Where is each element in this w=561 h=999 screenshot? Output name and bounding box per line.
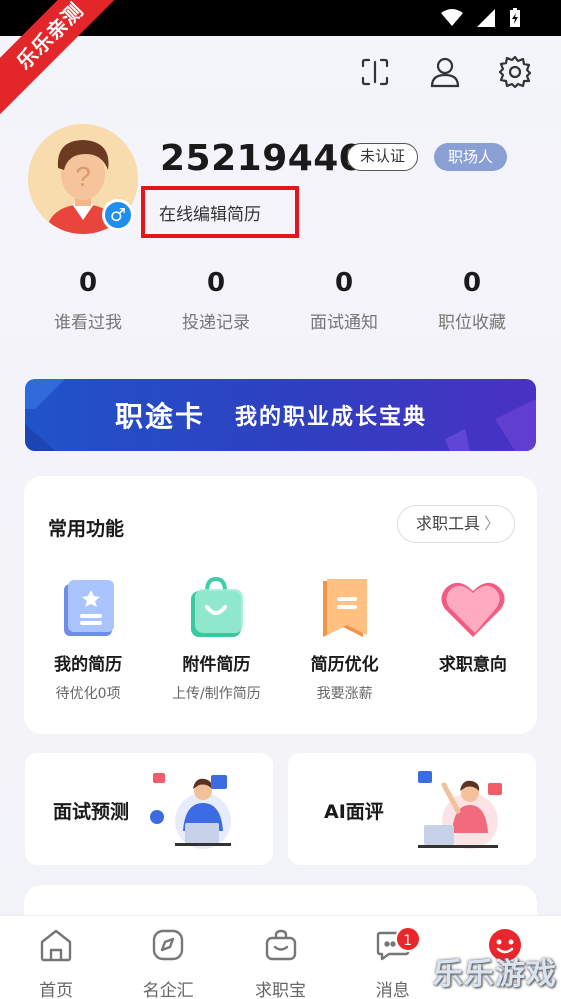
- stat-label: 面试通知: [310, 313, 378, 333]
- battery-icon: [510, 8, 520, 27]
- stat-label: 投递记录: [182, 313, 250, 333]
- feature-sub: 上传/制作简历: [172, 686, 261, 702]
- ai-review-tile[interactable]: AI面评: [288, 753, 536, 865]
- compass-icon: [153, 929, 184, 961]
- gender-male-icon: ♂: [102, 199, 134, 231]
- stat-viewed-me[interactable]: 0 谁看过我: [24, 268, 152, 333]
- stat-value: 0: [78, 268, 98, 298]
- edit-resume-label: 在线编辑简历: [159, 204, 261, 225]
- gear-icon: [498, 55, 532, 89]
- settings-button[interactable]: [495, 52, 535, 92]
- chevron-right-icon: 〉: [483, 514, 500, 533]
- tab-label: 求职宝: [255, 981, 306, 999]
- common-functions-card: 常用功能 求职工具 〉 我的简历 待优化0项 附件简历 上传/制作简历 简历优化…: [24, 476, 537, 734]
- tab-home[interactable]: 首页: [0, 916, 112, 999]
- resume-icon: [53, 576, 123, 642]
- feature-name: 简历优化: [310, 655, 379, 675]
- tab-famous-companies[interactable]: 名企汇: [112, 916, 224, 999]
- watermark-logo: 乐乐游戏: [433, 957, 557, 992]
- tab-label: 首页: [39, 981, 74, 999]
- person-pointing-illustration: [418, 771, 502, 849]
- user-icon: [430, 57, 460, 88]
- role-badge[interactable]: 职场人: [434, 143, 508, 171]
- feature-row: 我的简历 待优化0项 附件简历 上传/制作简历 简历优化 我要涨薪 求职意向: [24, 576, 537, 703]
- wifi-icon: [441, 9, 463, 26]
- career-card-banner[interactable]: 职途卡 我的职业成长宝典: [25, 379, 536, 451]
- tile-label: AI面评: [324, 801, 384, 823]
- job-tools-button[interactable]: 求职工具 〉: [396, 505, 515, 543]
- heart-icon: [438, 576, 508, 642]
- stat-label: 谁看过我: [54, 313, 122, 333]
- tab-label: 名企汇: [142, 981, 194, 999]
- feature-resume-optimize[interactable]: 简历优化 我要涨薪: [281, 576, 409, 703]
- home-icon: [40, 929, 72, 962]
- bag-icon: [265, 929, 296, 961]
- feature-job-intention[interactable]: 求职意向: [409, 576, 537, 703]
- feature-name: 我的简历: [54, 655, 123, 675]
- feature-attachment-resume[interactable]: 附件简历 上传/制作简历: [152, 576, 280, 703]
- stat-favorites[interactable]: 0 职位收藏: [408, 268, 536, 333]
- banner-subtitle: 我的职业成长宝典: [235, 405, 428, 430]
- user-id: 25219440: [160, 138, 365, 179]
- banner-title: 职途卡: [115, 400, 206, 433]
- notification-badge: 1: [394, 926, 421, 952]
- job-tools-label: 求职工具: [415, 514, 480, 533]
- edit-resume-link[interactable]: 在线编辑简历: [141, 186, 299, 238]
- profile-button[interactable]: [425, 52, 465, 92]
- feature-sub: 待优化0项: [55, 686, 121, 702]
- interview-prediction-tile[interactable]: 面试预测: [25, 753, 273, 865]
- stat-label: 职位收藏: [438, 313, 506, 333]
- scan-button[interactable]: [355, 52, 395, 92]
- stat-value: 0: [206, 268, 226, 298]
- tab-label: 消息: [375, 981, 410, 999]
- signal-icon: [477, 9, 495, 27]
- tab-messages[interactable]: 1 消息: [337, 916, 449, 999]
- tile-label: 面试预测: [53, 801, 130, 823]
- tab-job-treasure[interactable]: 求职宝: [224, 916, 336, 999]
- feature-name: 求职意向: [438, 655, 507, 675]
- stat-interviews[interactable]: 0 面试通知: [280, 268, 408, 333]
- verify-status-badge[interactable]: 未认证: [347, 143, 419, 171]
- scan-icon: [361, 58, 389, 86]
- feature-sub: 我要涨薪: [316, 686, 373, 702]
- attachment-bag-icon: [181, 576, 251, 642]
- feature-name: 附件简历: [182, 655, 251, 675]
- top-actions: [355, 52, 535, 92]
- optimize-icon: [310, 576, 380, 642]
- stats-row: 0 谁看过我 0 投递记录 0 面试通知 0 职位收藏: [24, 268, 536, 333]
- person-laptop-illustration: [150, 773, 231, 849]
- stat-applications[interactable]: 0 投递记录: [152, 268, 280, 333]
- stat-value: 0: [334, 268, 354, 298]
- section-title: 常用功能: [48, 518, 125, 540]
- svg-text:?: ?: [75, 161, 91, 192]
- feature-my-resume[interactable]: 我的简历 待优化0项: [24, 576, 152, 703]
- stat-value: 0: [462, 268, 482, 298]
